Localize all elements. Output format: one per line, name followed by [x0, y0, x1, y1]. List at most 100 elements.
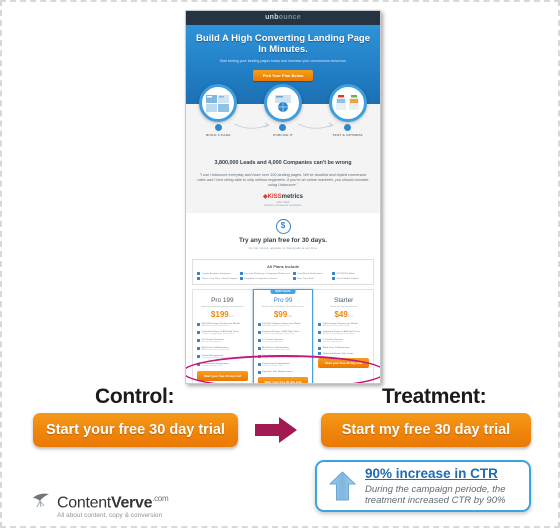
plan-cta-button[interactable]: Start your free 30 day trial	[257, 376, 309, 383]
plan-price-amount: $99	[273, 310, 288, 320]
plan-feature: 5000 Unique Visitors per Month Additional…	[318, 322, 369, 328]
plan-feature: Unlimited Pages & A/B Split Tests Publish…	[318, 330, 369, 336]
plan-feature-text: 400,000 Unique Visitors per Month Additio…	[202, 323, 240, 328]
plan-feature: 100,000 Unique Visitors per Month Additio…	[257, 322, 309, 328]
plan-feature-text: 50 Custom Domains Use your own domains	[202, 339, 225, 344]
check-icon	[257, 338, 261, 342]
plan-description: Great for new businesses	[330, 305, 358, 309]
check-icon	[197, 322, 200, 326]
plan-price-period: /mo	[228, 314, 234, 319]
testimonial-attribution: Hiten Shah Director of Customer Acquisit…	[196, 201, 370, 208]
pricing-plan-pro199: Pro 199 Great for marketing teams and ag…	[192, 289, 253, 383]
treatment-cta-button[interactable]: Start my free 30 day trial	[321, 413, 531, 447]
step-1-label: BUILD A PAGE	[205, 133, 231, 137]
social-proof-text: 3,800,000 Leads and 4,000 Companies can'…	[186, 156, 380, 171]
plan-feature: 50 Custom Domains Use your own domains	[197, 338, 248, 344]
plan-feature-sub: Use your own domains	[262, 341, 283, 344]
result-percent: 90%	[365, 465, 393, 481]
step-2: PUBLISH IT	[259, 124, 307, 137]
plan-feature: 400,000 Unique Visitors per Month Additio…	[197, 322, 248, 328]
plan-price-period: /mo	[347, 314, 353, 319]
plan-feature-sub: Additional visitors billed hourly	[322, 325, 350, 328]
check-icon	[257, 330, 261, 334]
contentverve-wordmark: ContentVerve.com All about content, copy…	[57, 490, 169, 519]
step-1-dot	[214, 124, 222, 131]
check-icon	[197, 346, 200, 350]
testimonial-role: Director of Customer Acquisition	[264, 204, 302, 208]
plan-feature: 5 Custom Domains Use your own domains	[257, 338, 309, 344]
plan-feature-sub: Additional visitors billed hourly	[262, 325, 289, 328]
check-icon	[318, 330, 322, 334]
check-icon	[257, 362, 261, 366]
include-label: Real Time Stats	[297, 277, 314, 280]
plan-feature: Client Management Organize pages into cli…	[197, 354, 248, 360]
check-icon	[197, 354, 200, 358]
plan-feature-text: Client Management Organize pages into cli…	[262, 355, 298, 360]
plan-price: $199/mo	[196, 310, 249, 319]
check-icon	[257, 354, 261, 358]
plan-feature-sub: Connect, convert, close	[201, 365, 223, 368]
include-item: Google Analytics Integration	[197, 272, 238, 276]
pricing-table: Pro 199 Great for marketing teams and ag…	[192, 289, 375, 383]
check-icon	[318, 352, 322, 356]
pricing-plan-starter: Starter Great for new businesses $49/mo …	[313, 289, 375, 383]
plan-feature-sub: Add clients, authors and friends	[262, 349, 291, 352]
include-label: Use with Mailchimp, Campaign Monitor, et…	[244, 272, 291, 276]
step-2-label: PUBLISH IT	[273, 133, 293, 137]
plan-cta-button[interactable]: Start your free 30 day trial	[318, 358, 370, 369]
plan-feature-text: 5000 Unique Visitors per Month Additional…	[323, 323, 358, 328]
step-3-icon	[328, 84, 367, 122]
plan-cta-button[interactable]: Start your free 30 day trial	[197, 371, 248, 382]
testimonial-section: "I use Unbounce everyday and have over 1…	[186, 171, 380, 214]
plan-feature-sub: Publish as many pages as you want	[262, 333, 295, 336]
result-detail-line2: treatment increased CTR by 90%	[365, 495, 506, 506]
plan-feature: Client Management Organize pages into cli…	[257, 354, 309, 360]
test-optimize-icon	[335, 94, 359, 110]
plan-feature-text: 100,000 Unique Visitors per Month Additio…	[262, 323, 300, 328]
step-illustrations	[186, 84, 380, 122]
check-icon	[257, 346, 261, 350]
control-cta-button[interactable]: Start your free 30 day trial	[33, 413, 238, 447]
include-item: Templates Designed to Convert	[239, 276, 291, 280]
include-item: Real Time Stats	[292, 276, 330, 280]
check-icon	[239, 272, 243, 276]
include-label: Phone, Live Chat + Email Support	[201, 277, 238, 280]
hero-subheadline: Start testing your landing pages today a…	[219, 59, 347, 63]
check-icon	[239, 276, 243, 280]
hero-headline: Build A High Converting Landing Page In …	[194, 33, 372, 55]
plan-feature-sub: Publish as many pages as you want	[322, 333, 355, 336]
check-icon	[318, 338, 322, 342]
include-label: Lead Email Notifications	[297, 272, 323, 276]
control-label: Control:	[95, 385, 175, 408]
includes-grid: Google Analytics Integration Phone, Live…	[197, 272, 369, 281]
plan-feature-sub: Use your own domain	[322, 341, 343, 344]
check-icon	[197, 338, 200, 342]
plan-name: Starter	[334, 297, 354, 305]
check-icon	[292, 276, 296, 280]
check-icon	[197, 362, 200, 366]
plan-feature-sub: Organize pages into client sub-accounts	[262, 357, 298, 360]
plan-feature-sub: Connect, convert, close	[262, 365, 284, 368]
includes-column: Lead Email Notifications Real Time Stats	[292, 272, 330, 281]
hero-headline-line1: Build A High Converting Landing Page	[196, 33, 370, 44]
trial-headline: Try any plan free for 30 days.	[238, 237, 328, 245]
plan-feature: Unlimited Email Only Leads	[318, 352, 369, 356]
hero-headline-line2: In Minutes.	[258, 44, 308, 55]
step-3-dot	[344, 124, 352, 131]
check-icon	[257, 370, 261, 374]
contentverve-bird-icon	[33, 493, 49, 508]
unbounce-logo-suffix: ounce	[278, 14, 301, 21]
include-item: Use with Mailchimp, Campaign Monitor, et…	[239, 272, 291, 276]
plan-feature-title: Dynamic Text Replacement	[262, 370, 293, 374]
plan-name: Pro 99	[273, 297, 293, 305]
all-plans-include-title: All Plans Include	[266, 264, 299, 270]
result-headline-rest: increase in CTR	[392, 465, 498, 481]
build-page-icon	[206, 94, 230, 112]
plan-price-period: /mo	[287, 314, 293, 319]
check-icon	[318, 346, 322, 350]
plan-feature-text: Professional Integrations Connect, conver…	[262, 363, 290, 368]
step-labels: BUILD A PAGE PUBLISH IT TEST & OPTIMIZE	[186, 124, 380, 137]
plan-feature-text: Unlimited Email Only Leads	[323, 352, 354, 355]
hero-cta-button[interactable]: Pick Your Plan Below	[252, 70, 314, 81]
result-text: 90% increase in CTR During the campaign …	[365, 466, 517, 507]
